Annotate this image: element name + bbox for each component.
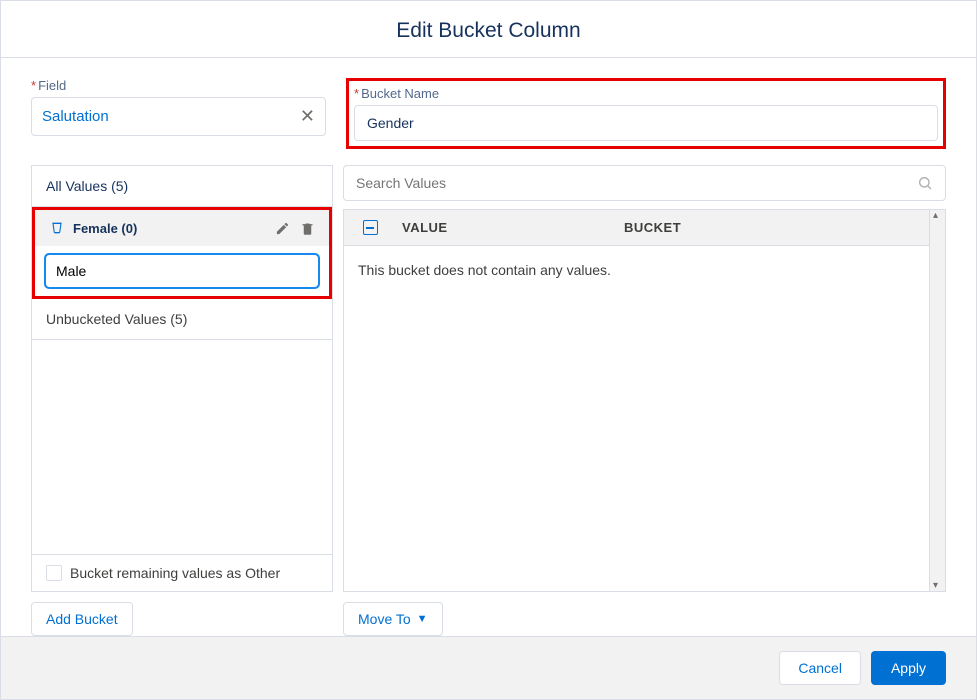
top-row: *Field Salutation ✕ *Bucket Name — [31, 78, 946, 149]
other-checkbox[interactable] — [46, 565, 62, 581]
header-checkbox-cell[interactable] — [356, 220, 384, 235]
bucket-actions — [275, 221, 315, 236]
bucket-column-header[interactable]: BUCKET — [624, 220, 917, 235]
new-bucket-input[interactable] — [45, 254, 319, 288]
bucket-name-column: *Bucket Name — [346, 78, 946, 149]
other-checkbox-label: Bucket remaining values as Other — [70, 565, 280, 581]
search-icon — [917, 175, 933, 191]
add-bucket-button[interactable]: Add Bucket — [31, 602, 133, 636]
bucket-icon — [49, 220, 65, 236]
modal-body: *Field Salutation ✕ *Bucket Name All Val… — [1, 58, 976, 636]
bucket-list: All Values (5) Female (0) — [31, 165, 333, 592]
bucket-name-label: *Bucket Name — [354, 86, 938, 101]
indeterminate-checkbox-icon[interactable] — [363, 220, 378, 235]
pencil-icon[interactable] — [275, 221, 290, 236]
selected-bucket-item[interactable]: Female (0) — [35, 210, 329, 246]
main-columns: All Values (5) Female (0) — [31, 165, 946, 636]
vertical-scrollbar[interactable] — [929, 210, 945, 591]
values-table: VALUE BUCKET This bucket does not contai… — [343, 209, 946, 592]
field-value: Salutation — [42, 108, 109, 125]
value-column-header[interactable]: VALUE — [384, 220, 624, 235]
modal-footer: Cancel Apply — [1, 636, 976, 699]
field-label: *Field — [31, 78, 326, 93]
list-spacer — [32, 340, 332, 554]
clear-field-icon[interactable]: ✕ — [300, 106, 315, 127]
trash-icon[interactable] — [300, 221, 315, 236]
left-column: All Values (5) Female (0) — [31, 165, 333, 636]
table-inner: VALUE BUCKET This bucket does not contai… — [344, 210, 929, 591]
edit-bucket-modal: Edit Bucket Column *Field Salutation ✕ *… — [0, 0, 977, 700]
table-header-row: VALUE BUCKET — [344, 210, 929, 246]
bucket-other-row: Bucket remaining values as Other — [32, 554, 332, 591]
unbucketed-item[interactable]: Unbucketed Values (5) — [32, 299, 332, 340]
field-lookup-input[interactable]: Salutation ✕ — [31, 97, 326, 136]
move-to-button[interactable]: Move To ▼ — [343, 602, 443, 636]
apply-button[interactable]: Apply — [871, 651, 946, 685]
move-to-row: Move To ▼ — [343, 602, 946, 636]
add-bucket-row: Add Bucket — [31, 602, 333, 636]
modal-header: Edit Bucket Column — [1, 1, 976, 58]
all-values-item[interactable]: All Values (5) — [32, 166, 332, 207]
modal-title: Edit Bucket Column — [1, 19, 976, 43]
field-column: *Field Salutation ✕ — [31, 78, 326, 149]
right-column: VALUE BUCKET This bucket does not contai… — [343, 165, 946, 636]
new-bucket-row — [35, 246, 329, 296]
empty-table-message: This bucket does not contain any values. — [344, 246, 929, 294]
bucket-name-input[interactable] — [354, 105, 938, 141]
search-values-input[interactable] — [356, 175, 917, 191]
search-values-wrap[interactable] — [343, 165, 946, 201]
highlight-box: Female (0) — [32, 207, 332, 299]
cancel-button[interactable]: Cancel — [779, 651, 861, 685]
selected-bucket-label: Female (0) — [73, 221, 137, 236]
caret-down-icon: ▼ — [417, 613, 428, 625]
